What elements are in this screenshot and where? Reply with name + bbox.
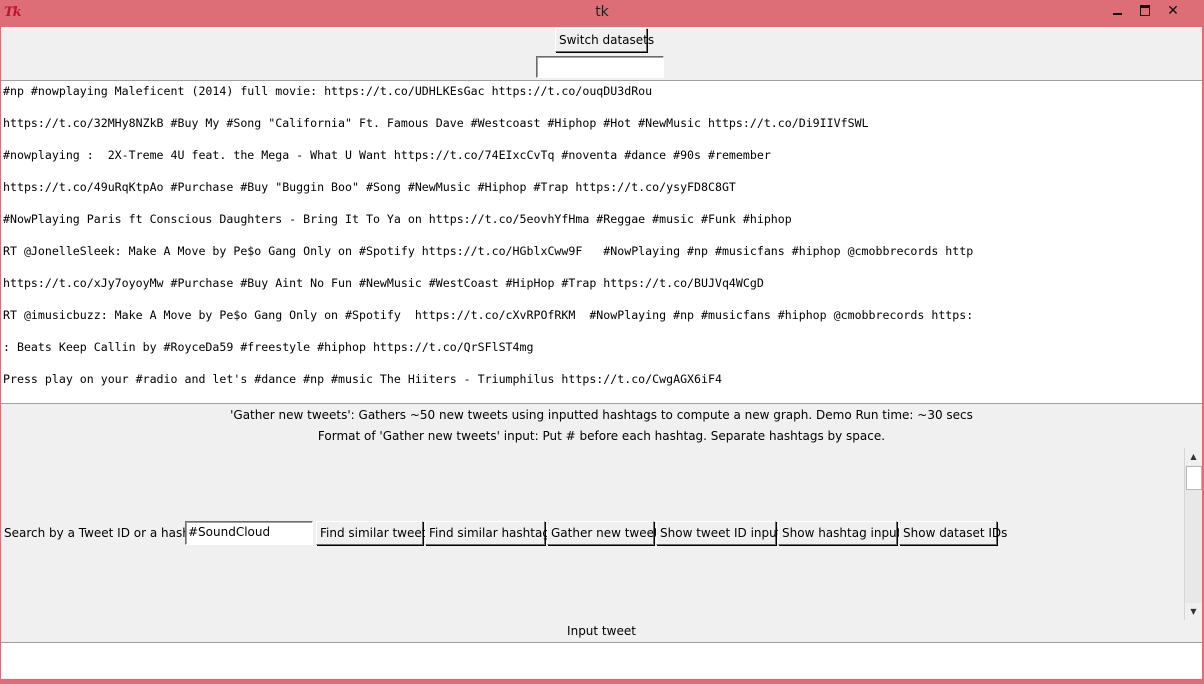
input-tweet-field[interactable]: [1, 642, 1202, 678]
gather-new-tweets-button[interactable]: Gather new tweets: [547, 521, 665, 545]
show-hashtag-inputs-button[interactable]: Show hashtag inputs: [778, 521, 908, 545]
find-similar-hashtags-button[interactable]: Find similar hashtags: [425, 521, 556, 545]
switch-datasets-button[interactable]: Switch datasets: [555, 28, 654, 52]
tweet-line: #NowPlaying Paris ft Conscious Daughters…: [3, 212, 792, 226]
tweet-line: https://t.co/xJy7oyoyMw #Purchase #Buy A…: [3, 276, 764, 290]
main-window: Switch datasets #np #nowplaying Malefice…: [1, 27, 1202, 679]
window-title: tk: [595, 4, 609, 20]
vertical-scrollbar[interactable]: ▲ ▼: [1184, 448, 1202, 620]
show-dataset-ids-button[interactable]: Show dataset IDs: [899, 521, 1007, 545]
tweet-line: RT @JonelleSleek: Make A Move by Pe$o Ga…: [3, 244, 974, 258]
search-label: Search by a Tweet ID or a hashtag: [4, 526, 210, 540]
tweet-line: #np #nowplaying Maleficent (2014) full m…: [3, 84, 653, 98]
dataset-entry[interactable]: [536, 56, 664, 78]
minimize-icon[interactable]: [1103, 2, 1131, 22]
close-icon[interactable]: ✕: [1159, 2, 1187, 22]
show-tweet-id-inputs-button[interactable]: Show tweet ID inputs: [656, 521, 788, 545]
search-input[interactable]: #SoundCloud: [185, 521, 313, 545]
input-tweet-label: Input tweet: [567, 624, 636, 638]
scroll-up-arrow-icon[interactable]: ▲: [1185, 448, 1202, 465]
tweet-text-area[interactable]: #np #nowplaying Maleficent (2014) full m…: [1, 80, 1202, 404]
maximize-icon[interactable]: [1131, 2, 1159, 22]
tweet-line: : Beats Keep Callin by #RoyceDa59 #frees…: [3, 340, 534, 354]
tweet-line: https://t.co/49uRqKtpAo #Purchase #Buy "…: [3, 180, 736, 194]
format-info-text: Format of 'Gather new tweets' input: Put…: [317, 429, 886, 443]
gather-info-text: 'Gather new tweets': Gathers ~50 new twe…: [230, 408, 973, 422]
tweet-line: RT @imusicbuzz: Make A Move by Pe$o Gang…: [3, 308, 974, 322]
scroll-down-arrow-icon[interactable]: ▼: [1185, 603, 1202, 620]
scroll-thumb[interactable]: [1186, 466, 1202, 490]
find-similar-tweets-button[interactable]: Find similar tweets: [316, 521, 433, 545]
tweet-line: Press play on your #radio and let's #dan…: [3, 372, 722, 386]
tweet-line: https://t.co/32MHy8NZkB #Buy My #Song "C…: [3, 116, 869, 130]
tweet-line: #nowplaying : 2X-Treme 4U feat. the Mega…: [3, 148, 771, 162]
title-bar: Tk tk ✕: [0, 0, 1204, 27]
